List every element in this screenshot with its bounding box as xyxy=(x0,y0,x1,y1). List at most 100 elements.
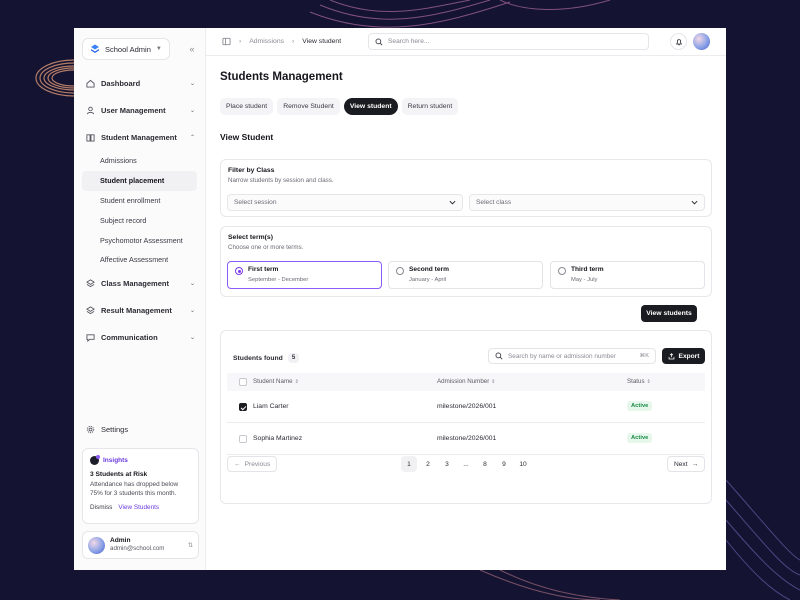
user-profile-card[interactable]: Admin admin@school.com ⇅ xyxy=(82,531,199,559)
sidebar-item-communication[interactable]: Communication ⌄ xyxy=(82,324,199,351)
sidebar-item-settings[interactable]: Settings xyxy=(86,425,128,434)
sidebar-item-label: Class Management xyxy=(101,278,169,288)
status-badge: Active xyxy=(627,401,653,411)
page-button[interactable]: 8 xyxy=(477,456,493,472)
page-button[interactable]: 2 xyxy=(420,456,436,472)
chevron-updown-icon: ⇅ xyxy=(187,542,193,549)
chevron-down-icon: ⌄ xyxy=(189,280,195,287)
sidebar-item-label: Communication xyxy=(101,332,158,342)
tab-place-student[interactable]: Place student xyxy=(220,98,274,115)
breadcrumb-current: View student xyxy=(302,38,342,45)
tab-return-student[interactable]: Return student xyxy=(401,98,459,115)
workspace-name: School Admin xyxy=(105,44,151,54)
sidebar: School Admin ▼ « Dashboard ⌄ User Manage… xyxy=(74,28,206,570)
sidebar-item-admissions[interactable]: Admissions xyxy=(82,151,197,171)
chevron-up-icon: ⌃ xyxy=(189,135,195,141)
sidebar-item-psychomotor-assessment[interactable]: Psychomotor Assessment xyxy=(82,230,197,250)
page-button[interactable]: 1 xyxy=(401,456,417,472)
sidebar-item-result-management[interactable]: Result Management ⌄ xyxy=(82,297,199,324)
chat-icon xyxy=(86,334,95,342)
column-header-status[interactable]: Status ⇕ xyxy=(627,378,651,385)
row-checkbox[interactable] xyxy=(239,403,247,411)
chevron-down-icon: ⌄ xyxy=(189,307,195,314)
radio-unselected xyxy=(396,267,404,275)
export-label: Export xyxy=(678,352,700,360)
column-label: Student Name xyxy=(253,378,293,385)
home-icon xyxy=(86,79,95,88)
previous-page-button[interactable]: ← Previous xyxy=(227,456,278,472)
action-tabs: Place student Remove Student View studen… xyxy=(220,98,459,115)
page-button[interactable]: 3 xyxy=(439,456,455,472)
sidebar-item-affective-assessment[interactable]: Affective Assessment xyxy=(82,250,197,270)
previous-label: Previous xyxy=(244,460,271,468)
page-title: Students Management xyxy=(220,71,343,83)
students-found-label: Students found xyxy=(233,354,283,362)
table-row[interactable]: Liam Carter milestone/2026/001 Active xyxy=(227,391,705,423)
insight-actions: Dismiss View Students xyxy=(90,504,191,511)
notifications-button[interactable] xyxy=(670,33,687,50)
user-info: Admin admin@school.com xyxy=(110,537,183,552)
insight-title: 3 Students at Risk xyxy=(90,471,148,478)
collapse-sidebar-icon[interactable]: « xyxy=(185,44,199,54)
global-search-input[interactable]: Search here... xyxy=(368,33,649,50)
sidebar-item-class-management[interactable]: Class Management ⌄ xyxy=(82,270,199,297)
view-students-button[interactable]: View students xyxy=(641,305,697,322)
class-select[interactable]: Select class xyxy=(469,194,705,211)
sidebar-item-student-management[interactable]: Student Management ⌃ xyxy=(82,124,199,151)
row-checkbox[interactable] xyxy=(239,435,247,443)
session-select[interactable]: Select session xyxy=(227,194,463,211)
count-badge: 5 xyxy=(287,353,300,363)
insight-text: Attendance has dropped below 75% for 3 s… xyxy=(90,481,179,497)
filter-card: Filter by Class Narrow students by sessi… xyxy=(220,159,712,217)
student-search-input[interactable]: Search by name or admission number ⌘K xyxy=(488,348,656,364)
chevron-down-icon: ⌄ xyxy=(189,108,195,114)
term-option-third[interactable]: Third term May - July xyxy=(550,261,705,289)
student-name: Liam Carter xyxy=(253,403,289,410)
sidebar-item-dashboard[interactable]: Dashboard ⌄ xyxy=(82,70,199,97)
tab-remove-student[interactable]: Remove Student xyxy=(277,98,340,115)
select-all-checkbox[interactable] xyxy=(239,378,247,386)
gear-icon xyxy=(86,425,95,434)
term-option-first[interactable]: First term September - December xyxy=(227,261,382,289)
column-header-admission[interactable]: Admission Number ⇕ xyxy=(437,378,495,385)
user-email: admin@school.com xyxy=(110,545,165,553)
workspace-logo-icon xyxy=(91,44,99,53)
breadcrumb-admissions[interactable]: Admissions xyxy=(249,38,284,45)
page-button[interactable]: 10 xyxy=(515,456,531,472)
sidebar-item-subject-record[interactable]: Subject record xyxy=(82,210,197,230)
column-label: Admission Number xyxy=(437,378,490,385)
avatar[interactable] xyxy=(693,33,710,50)
sidebar-toggle-icon[interactable] xyxy=(222,37,231,46)
term-range: September - December xyxy=(248,277,309,283)
workspace-switcher[interactable]: School Admin ▼ xyxy=(82,38,170,60)
term-option-second[interactable]: Second term January - April xyxy=(388,261,543,289)
settings-label: Settings xyxy=(101,425,129,434)
term-name: Third term xyxy=(571,266,604,273)
student-management-submenu: Admissions Student placement Student enr… xyxy=(82,151,199,270)
export-icon xyxy=(668,352,674,359)
student-name: Sophia Martinez xyxy=(253,435,303,442)
insight-icon xyxy=(90,455,100,465)
export-button[interactable]: Export xyxy=(662,348,705,364)
radio-selected xyxy=(235,267,243,275)
page-button[interactable]: 9 xyxy=(496,456,512,472)
sidebar-item-student-enrollment[interactable]: Student enrollment xyxy=(82,191,197,211)
arrow-right-icon: → xyxy=(691,460,699,468)
book-icon xyxy=(86,134,95,142)
table-row[interactable]: Sophia Martinez milestone/2026/001 Activ… xyxy=(227,423,705,455)
column-header-name[interactable]: Student Name ⇕ xyxy=(253,378,299,385)
filter-subtitle: Narrow students by session and class. xyxy=(228,177,334,184)
insight-card: Insights 3 Students at Risk Attendance h… xyxy=(82,448,199,524)
shortcut-hint: ⌘K xyxy=(639,353,649,359)
next-page-button[interactable]: Next → xyxy=(667,456,706,472)
view-students-link[interactable]: View Students xyxy=(118,504,159,511)
breadcrumb: › Admissions › View student xyxy=(222,37,341,46)
sort-icon: ⇕ xyxy=(294,378,299,385)
app-window: School Admin ▼ « Dashboard ⌄ User Manage… xyxy=(74,28,726,570)
sidebar-item-student-placement[interactable]: Student placement xyxy=(82,170,197,191)
dismiss-button[interactable]: Dismiss xyxy=(90,504,112,511)
tab-view-student[interactable]: View student xyxy=(343,98,398,115)
term-name: Second term xyxy=(409,266,449,273)
sidebar-item-user-management[interactable]: User Management ⌄ xyxy=(82,97,199,124)
next-label: Next xyxy=(674,460,688,468)
